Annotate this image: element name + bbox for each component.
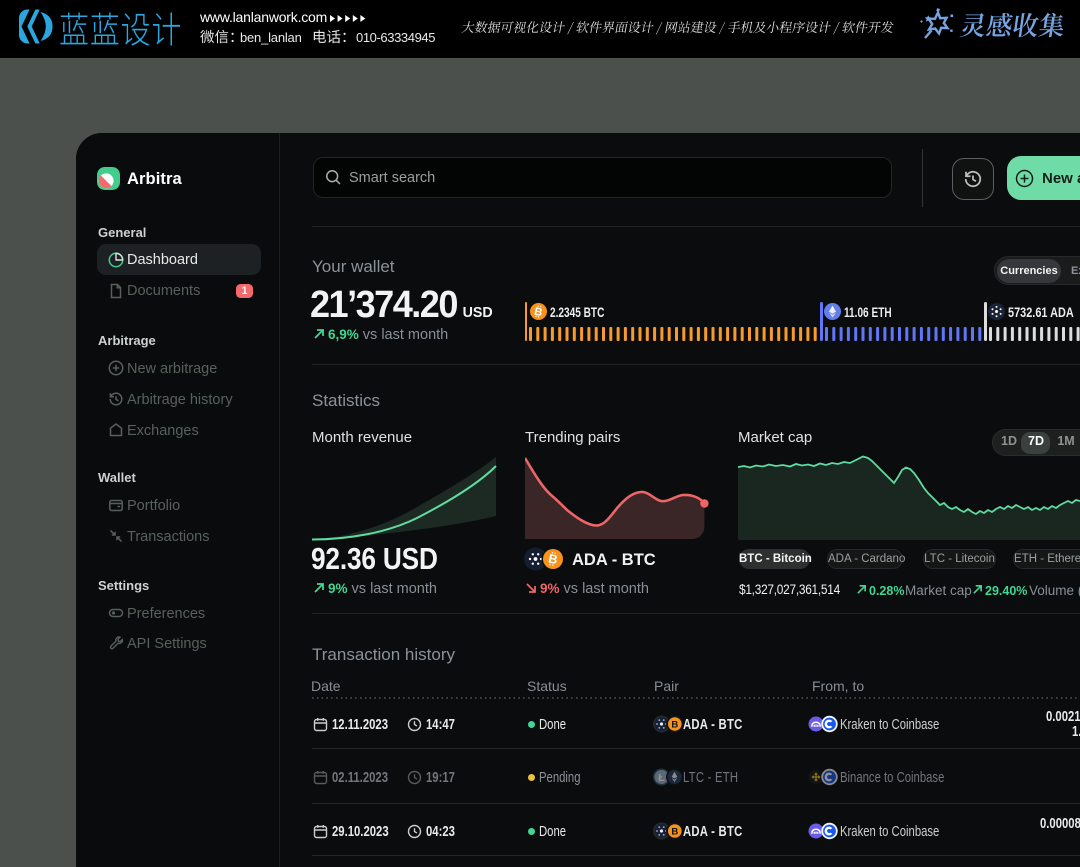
svg-text:B: B bbox=[671, 720, 678, 731]
svg-text:Ł: Ł bbox=[658, 772, 665, 784]
svg-text:B: B bbox=[671, 827, 678, 838]
